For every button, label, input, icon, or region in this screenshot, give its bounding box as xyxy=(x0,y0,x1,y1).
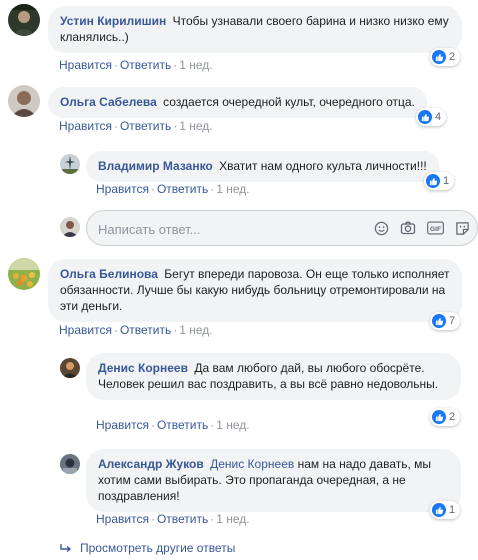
comment-actions: Нравится · Ответить · 1 нед. xyxy=(96,512,250,526)
timestamp[interactable]: 1 нед. xyxy=(179,323,212,337)
separator: · xyxy=(113,119,118,133)
timestamp[interactable]: 1 нед. xyxy=(179,119,212,133)
reaction-number: 1 xyxy=(449,504,456,516)
reply-link[interactable]: Ответить xyxy=(157,418,208,432)
avatar[interactable] xyxy=(8,4,40,36)
comment-actions: Нравится · Ответить · 1 нед. xyxy=(59,323,213,337)
comment-bubble: Ольга Сабелева создается очередной культ… xyxy=(48,87,427,118)
reply-arrow-icon xyxy=(60,544,72,553)
comment-author[interactable]: Александр Жуков xyxy=(98,457,204,471)
comment-author[interactable]: Ольга Белинова xyxy=(60,267,158,281)
reply-input[interactable] xyxy=(98,220,358,238)
timestamp[interactable]: 1 нед. xyxy=(216,182,249,196)
emoji-icon[interactable] xyxy=(372,219,390,237)
comment-author[interactable]: Денис Корнеев xyxy=(98,361,188,375)
reaction-count[interactable]: 2 xyxy=(430,408,461,426)
comment-actions: Нравится · Ответить · 1 нед. xyxy=(96,418,250,432)
comment-author[interactable]: Владимир Мазанко xyxy=(98,159,213,173)
separator: · xyxy=(150,512,155,526)
reaction-number: 7 xyxy=(449,315,456,327)
like-icon xyxy=(432,50,446,64)
composer-icons: GIF xyxy=(363,219,471,237)
reaction-count[interactable]: 7 xyxy=(430,312,461,330)
comment-bubble: Владимир Мазанко Хватит нам одного культ… xyxy=(86,151,439,182)
like-link[interactable]: Нравится xyxy=(59,323,112,337)
reply-link[interactable]: Ответить xyxy=(120,119,171,133)
avatar[interactable] xyxy=(60,154,80,174)
separator: · xyxy=(113,58,118,72)
comment-bubble: Ольга Белинова Бегут впереди паровоза. О… xyxy=(48,259,462,322)
comment-text: создается очередной культ, очередного от… xyxy=(163,95,415,109)
like-link[interactable]: Нравится xyxy=(96,418,149,432)
like-link[interactable]: Нравится xyxy=(96,182,149,196)
comment-actions: Нравится · Ответить · 1 нед. xyxy=(59,119,213,133)
avatar[interactable] xyxy=(60,358,80,378)
like-icon xyxy=(432,503,446,517)
reaction-count[interactable]: 1 xyxy=(424,172,455,190)
like-icon xyxy=(426,174,440,188)
gif-icon[interactable]: GIF xyxy=(426,219,444,237)
reaction-number: 2 xyxy=(449,411,456,423)
reaction-number: 4 xyxy=(435,111,442,123)
sticker-icon[interactable] xyxy=(453,219,471,237)
avatar[interactable] xyxy=(8,85,40,117)
reaction-count[interactable]: 4 xyxy=(416,108,447,126)
like-icon xyxy=(432,410,446,424)
reply-link[interactable]: Ответить xyxy=(120,323,171,337)
comment-actions: Нравится · Ответить · 1 нед. xyxy=(59,58,213,72)
separator: · xyxy=(150,418,155,432)
separator: · xyxy=(113,323,118,337)
comment-text: Хватит нам одного культа личности!!! xyxy=(219,159,427,173)
reaction-number: 2 xyxy=(449,51,456,63)
separator: · xyxy=(150,182,155,196)
reply-link[interactable]: Ответить xyxy=(157,512,208,526)
svg-text:GIF: GIF xyxy=(429,226,440,233)
like-icon xyxy=(418,110,432,124)
current-user-avatar xyxy=(60,217,80,237)
comment-author[interactable]: Устин Кирилишин xyxy=(60,14,166,28)
reaction-number: 1 xyxy=(443,175,450,187)
timestamp[interactable]: 1 нед. xyxy=(179,58,212,72)
view-more-replies-link[interactable]: Просмотреть другие ответы xyxy=(60,541,235,555)
reaction-count[interactable]: 1 xyxy=(430,501,461,519)
reply-composer[interactable]: GIF xyxy=(86,210,478,246)
reaction-count[interactable]: 2 xyxy=(430,48,461,66)
reply-link[interactable]: Ответить xyxy=(157,182,208,196)
avatar[interactable] xyxy=(8,258,40,290)
view-more-replies-label: Просмотреть другие ответы xyxy=(80,541,236,555)
avatar[interactable] xyxy=(60,454,80,474)
like-link[interactable]: Нравится xyxy=(59,58,112,72)
comment-author[interactable]: Ольга Сабелева xyxy=(60,95,157,109)
like-icon xyxy=(432,314,446,328)
comment-bubble: Денис Корнеев Да вам любого дай, вы любо… xyxy=(86,353,461,400)
comment-bubble: Александр Жуков Денис Корнеев нам на над… xyxy=(86,449,461,512)
mention-link[interactable]: Денис Корнеев xyxy=(210,457,294,471)
comment-bubble: Устин Кирилишин Чтобы узнавали своего ба… xyxy=(48,6,462,53)
reply-link[interactable]: Ответить xyxy=(120,58,171,72)
comment-actions: Нравится · Ответить · 1 нед. xyxy=(96,182,250,196)
like-link[interactable]: Нравится xyxy=(96,512,149,526)
timestamp[interactable]: 1 нед. xyxy=(216,512,249,526)
camera-icon[interactable] xyxy=(399,219,417,237)
timestamp[interactable]: 1 нед. xyxy=(216,418,249,432)
like-link[interactable]: Нравится xyxy=(59,119,112,133)
